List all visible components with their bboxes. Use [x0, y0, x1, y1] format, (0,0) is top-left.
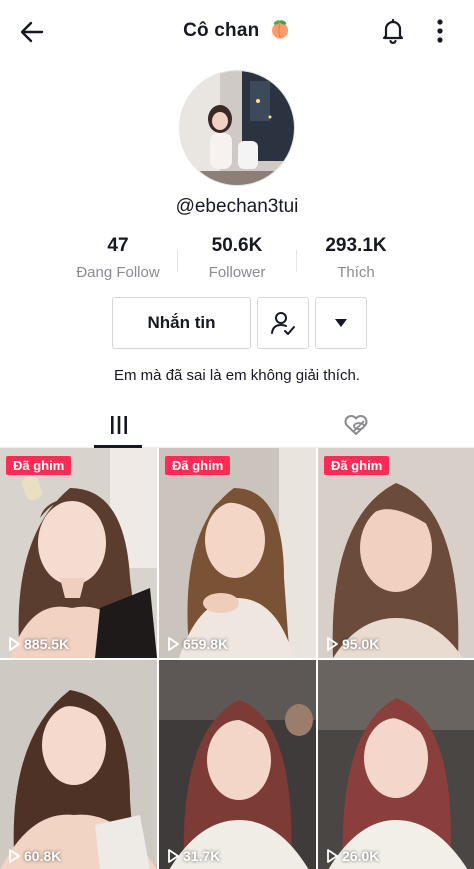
- view-count-value: 60.8K: [24, 848, 62, 864]
- following-label: Đang Follow: [76, 264, 160, 281]
- video-thumbnail[interactable]: 60.8K: [0, 660, 157, 869]
- view-count: 26.0K: [326, 848, 379, 864]
- grid-icon: [110, 415, 127, 434]
- video-thumbnail[interactable]: Đã ghim 95.0K: [318, 448, 474, 658]
- play-icon: [9, 637, 20, 651]
- view-count-value: 26.0K: [342, 848, 380, 864]
- tab-liked[interactable]: [237, 402, 474, 447]
- profile-bio: Em mà đã sai là em không giải thích.: [114, 367, 360, 384]
- avatar[interactable]: [179, 70, 295, 186]
- view-count-value: 31.7K: [183, 848, 221, 864]
- video-thumbnail[interactable]: Đã ghim 659.8K: [159, 448, 316, 658]
- play-icon: [168, 637, 179, 651]
- video-thumbnail[interactable]: 26.0K: [318, 660, 474, 869]
- video-thumbnail[interactable]: 31.7K: [159, 660, 316, 869]
- following-status-button[interactable]: [257, 297, 309, 349]
- pinned-badge: Đã ghim: [6, 456, 72, 475]
- video-grid: Đã ghim 885.5K Đã ghim 659.8K Đã ghim 95…: [0, 448, 474, 869]
- view-count: 659.8K: [167, 636, 228, 652]
- top-bar: Cô chan: [0, 0, 474, 62]
- view-count: 95.0K: [326, 636, 379, 652]
- tab-videos[interactable]: [0, 402, 237, 447]
- user-check-icon: [271, 312, 295, 335]
- content-tabs: [0, 402, 474, 448]
- followers-stat[interactable]: 50.6K Follower: [177, 234, 297, 281]
- more-options-button[interactable]: [424, 12, 456, 50]
- video-thumbnail[interactable]: Đã ghim 885.5K: [0, 448, 157, 658]
- notification-button[interactable]: [374, 12, 412, 50]
- pinned-badge: Đã ghim: [165, 456, 231, 475]
- profile-stats: 47 Đang Follow 50.6K Follower 293.1K Thí…: [0, 234, 474, 286]
- caret-down-icon: [335, 319, 347, 327]
- play-icon: [168, 849, 179, 863]
- likes-count: 293.1K: [325, 235, 387, 256]
- bell-icon: [382, 18, 404, 44]
- more-vertical-icon: [437, 19, 443, 43]
- likes-stat[interactable]: 293.1K Thích: [296, 234, 416, 281]
- peach-emoji: [271, 20, 288, 39]
- suggested-accounts-button[interactable]: [315, 297, 367, 349]
- liked-hidden-icon: [344, 414, 367, 435]
- profile-name: Cô chan: [183, 20, 260, 41]
- view-count: 885.5K: [8, 636, 69, 652]
- message-button[interactable]: Nhắn tin: [112, 297, 251, 349]
- play-icon: [327, 637, 338, 651]
- view-count: 31.7K: [167, 848, 220, 864]
- view-count-value: 659.8K: [183, 636, 229, 652]
- username: @ebechan3tui: [175, 196, 299, 217]
- play-icon: [9, 849, 20, 863]
- view-count-value: 95.0K: [342, 636, 380, 652]
- following-count: 47: [107, 235, 129, 256]
- followers-label: Follower: [208, 264, 266, 281]
- play-icon: [327, 849, 338, 863]
- pinned-badge: Đã ghim: [324, 456, 390, 475]
- following-stat[interactable]: 47 Đang Follow: [58, 234, 178, 281]
- followers-count: 50.6K: [211, 235, 263, 256]
- view-count-value: 885.5K: [24, 636, 70, 652]
- likes-label: Thích: [337, 264, 375, 281]
- view-count: 60.8K: [8, 848, 61, 864]
